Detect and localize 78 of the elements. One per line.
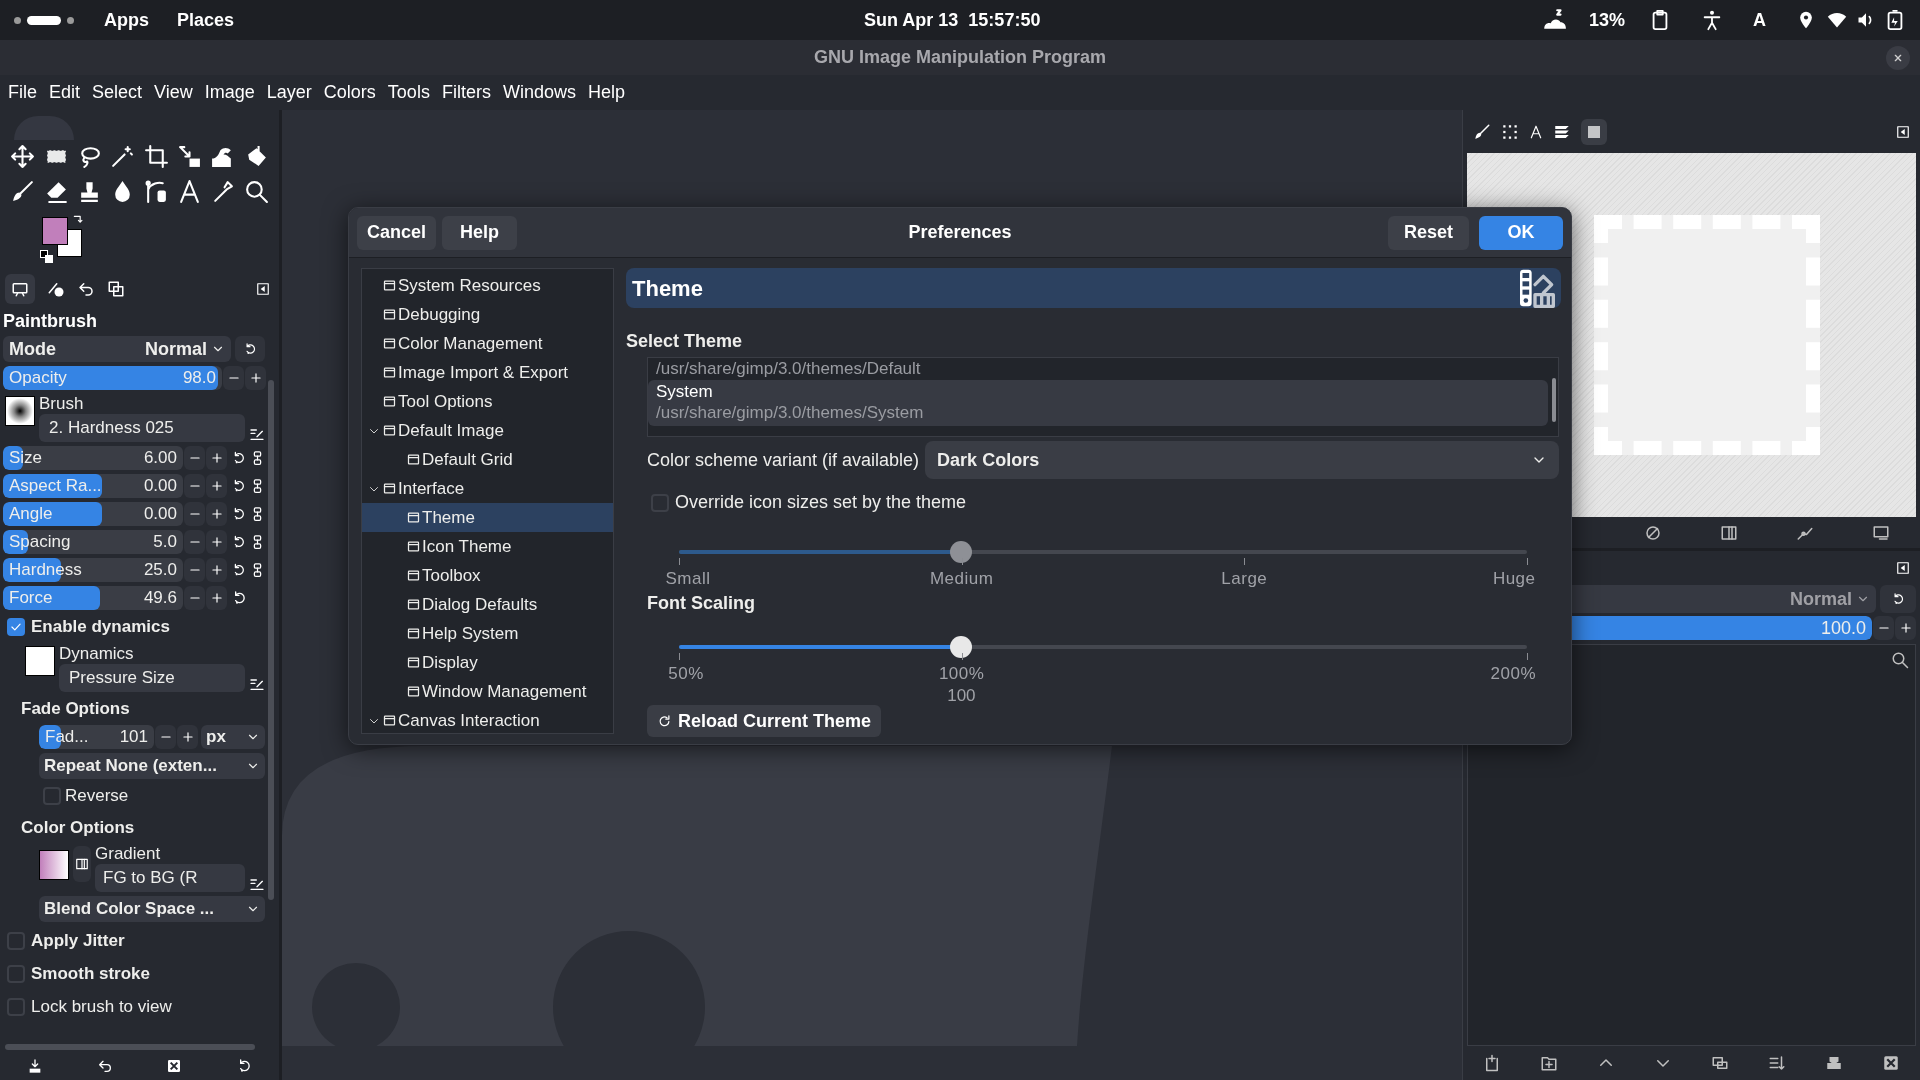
tree-item[interactable]: Dialog Defaults <box>362 590 613 619</box>
keyboard-layout-indicator[interactable]: A <box>1753 6 1766 34</box>
tree-item[interactable]: Tool Options <box>362 387 613 416</box>
tree-item[interactable]: Window Management <box>362 677 613 706</box>
tree-item[interactable]: Icon Theme <box>362 532 613 561</box>
tick-label: 100% <box>938 663 985 685</box>
theme-item[interactable]: /usr/share/gimp/3.0/themes/Default <box>648 358 1558 380</box>
resource-field[interactable]: Pressure Size <box>59 663 245 692</box>
section-heading: Color Options <box>21 816 136 839</box>
checkbox-label: Lock brush to view <box>31 995 172 1018</box>
tree-item[interactable]: System Resources <box>362 271 613 300</box>
tick-label: Large <box>1221 568 1268 590</box>
reset-button[interactable]: Reset <box>1387 215 1469 250</box>
tick-label: 50% <box>668 663 704 685</box>
tree-item[interactable]: Color Management <box>362 329 613 358</box>
theme-path: /usr/share/gimp/3.0/themes/System <box>656 402 925 424</box>
menu-item[interactable]: Tools <box>381 79 436 106</box>
window-title: GNU Image Manipulation Program <box>813 46 1106 69</box>
slider[interactable]: Angle 0.00 <box>3 502 183 526</box>
apps-menu[interactable]: Apps <box>104 6 149 34</box>
clock[interactable]: Sun Apr 13 15:57:50 <box>864 6 1041 34</box>
checkbox-label: Reverse <box>65 785 129 807</box>
tree-item[interactable]: Theme <box>362 503 613 532</box>
menu-item[interactable]: Image <box>198 79 261 106</box>
tick-label: Medium <box>929 568 994 590</box>
tree-item[interactable]: Default Image <box>362 416 613 445</box>
checkbox-label: Override icon sizes set by the theme <box>675 491 967 514</box>
menu-item[interactable]: File <box>2 79 43 106</box>
tree-item[interactable]: Image Import & Export <box>362 358 613 387</box>
slider[interactable]: Aspect Ra... 0.00 <box>3 474 183 498</box>
menu-item[interactable]: Layer <box>260 79 318 106</box>
section-heading: Font Scaling <box>647 592 756 615</box>
tree-item[interactable]: Canvas Interaction <box>362 706 613 733</box>
menu-item[interactable]: Filters <box>435 79 497 106</box>
field-label: Color scheme variant (if available) <box>647 448 920 472</box>
tree-item[interactable]: Default Grid <box>362 445 613 474</box>
help-button[interactable]: Help <box>442 215 518 250</box>
slider-value: 100 <box>947 685 976 707</box>
tick-label: 200% <box>1490 663 1537 685</box>
menu-item[interactable]: Colors <box>317 79 382 106</box>
menu-item[interactable]: Select <box>86 79 149 106</box>
tree-item[interactable]: Display <box>362 648 613 677</box>
menu-item[interactable]: Help <box>581 79 631 106</box>
checkbox-label: Apply Jitter <box>31 929 125 952</box>
theme-path: /usr/share/gimp/3.0/themes/Default <box>656 358 922 380</box>
checkbox-label: Enable dynamics <box>31 616 170 638</box>
resource-label: Gradient <box>95 844 162 864</box>
section-heading: Fade Options <box>21 697 131 720</box>
mode-dropdown[interactable]: Mode Normal <box>3 336 231 362</box>
menu-item[interactable]: Windows <box>496 79 582 106</box>
resource-field[interactable]: 2. Hardness 025 <box>39 414 245 442</box>
reload-theme-button[interactable]: Reload Current Theme <box>647 705 882 737</box>
tree-item[interactable]: Help System <box>362 619 613 648</box>
tree-item[interactable]: Interface <box>362 474 613 503</box>
tool-title: Paintbrush <box>3 310 98 332</box>
checkbox-label: Smooth stroke <box>31 962 151 985</box>
resource-label: Brush <box>39 394 85 414</box>
page-title: Theme <box>632 274 703 303</box>
ok-button[interactable]: OK <box>1479 215 1563 250</box>
menu-item[interactable]: View <box>148 79 199 106</box>
places-menu[interactable]: Places <box>177 6 235 34</box>
tree-item[interactable]: Toolbox <box>362 561 613 590</box>
resource-field[interactable]: FG to BG (R <box>95 864 245 892</box>
slider[interactable]: Force 49.6 <box>3 586 183 610</box>
tree-item[interactable]: Debugging <box>362 300 613 329</box>
theme-name: System <box>656 382 714 402</box>
dialog-title: Preferences <box>908 221 1012 244</box>
resource-label: Dynamics <box>59 643 135 664</box>
repeat-dropdown[interactable]: Repeat None (exten... <box>39 753 265 779</box>
section-heading: Select Theme <box>626 330 744 353</box>
unit-dropdown[interactable]: px <box>201 725 265 749</box>
menu-item[interactable]: Edit <box>43 79 87 106</box>
cancel-button[interactable]: Cancel <box>357 215 437 250</box>
battery-percentage: 13% <box>1588 8 1625 32</box>
blend-dropdown[interactable]: Blend Color Space ... <box>39 896 265 922</box>
theme-item[interactable]: System /usr/share/gimp/3.0/themes/System <box>648 380 1548 426</box>
color-scheme-dropdown[interactable]: Dark Colors <box>925 441 1559 479</box>
tick-label: Small <box>665 568 711 590</box>
